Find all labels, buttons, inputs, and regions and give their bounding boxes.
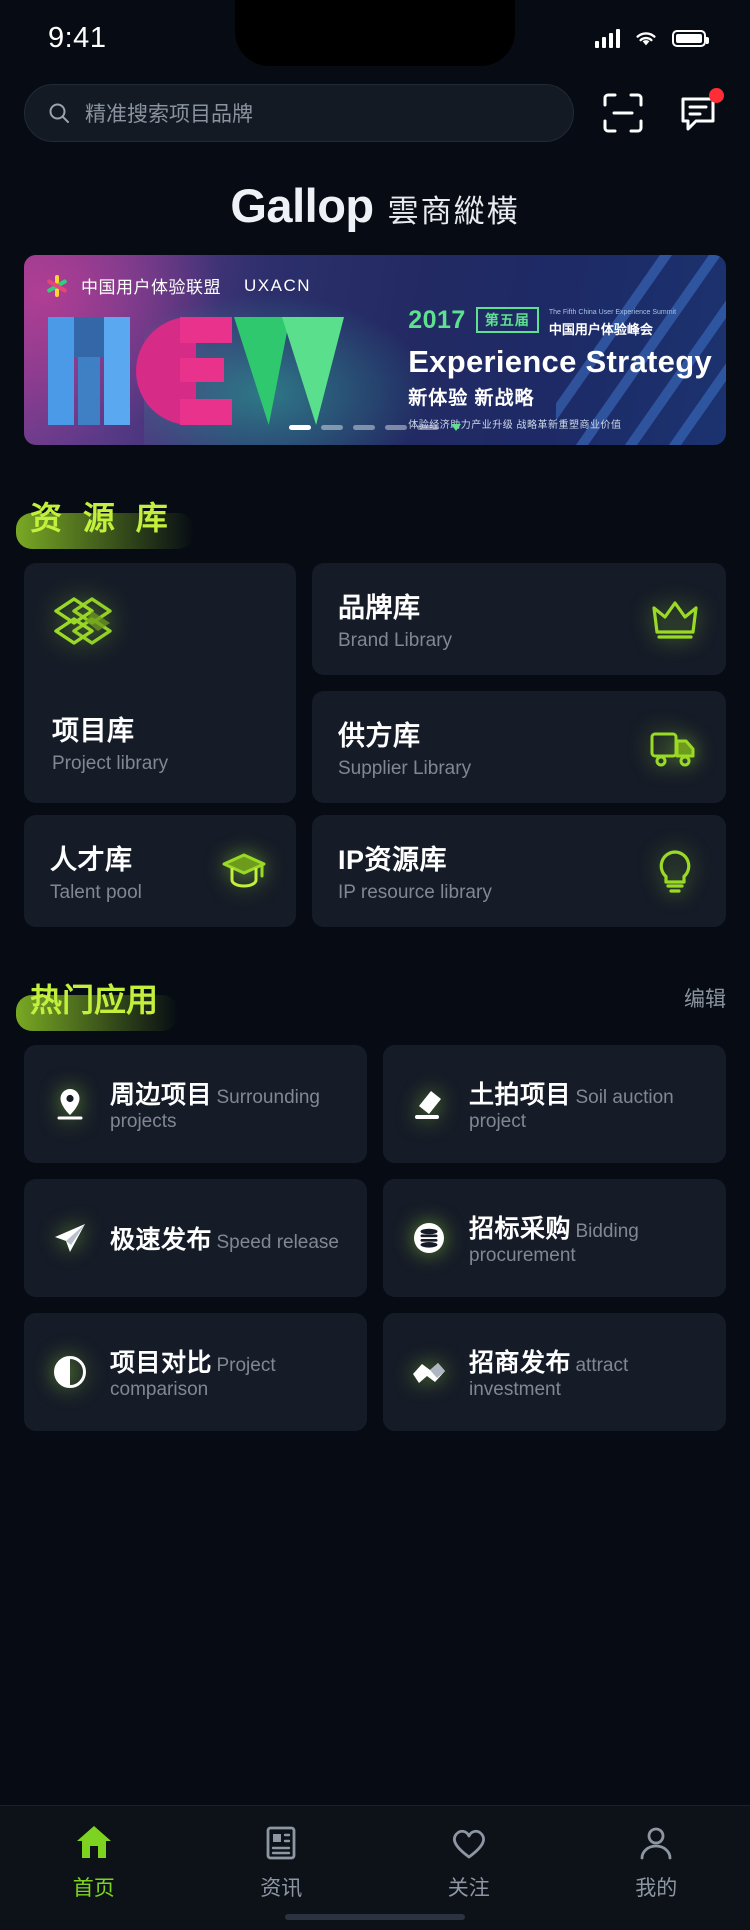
- chevron-down-icon: [451, 424, 461, 431]
- resource-grid-row2: 人才库 Talent pool IP资源库 IP resource librar…: [0, 803, 750, 927]
- layers-icon: [52, 591, 118, 657]
- apps-edit-button[interactable]: 编辑: [684, 983, 726, 1013]
- resource-card-title: IP资源库: [338, 845, 448, 875]
- tab-label: 我的: [635, 1877, 678, 1900]
- banner-title-en: Experience Strategy: [408, 344, 712, 379]
- contrast-circle-icon: [50, 1352, 90, 1392]
- app-card-subtitle: Speed release: [216, 1232, 340, 1253]
- apps-section-title: 热门应用: [15, 975, 179, 1031]
- resource-card-supplier-library[interactable]: 供方库 Supplier Library: [312, 691, 726, 803]
- banner-org-en: UXACN: [244, 275, 312, 295]
- gavel-icon: [409, 1084, 449, 1124]
- status-indicators: [595, 28, 709, 48]
- news-icon: [266, 1826, 296, 1860]
- resource-section-title: 资 源 库: [16, 493, 194, 549]
- app-card-attract-investment[interactable]: 招商发布 attract investment: [383, 1313, 726, 1431]
- resource-card-title: 供方库: [338, 721, 421, 751]
- banner-organizer: 中国用户体验联盟 UXACN: [46, 273, 311, 298]
- apps-grid: 周边项目 Surrounding projects 土拍项目 Soil auct…: [0, 1045, 750, 1431]
- status-time: 9:41: [48, 21, 107, 54]
- brand-name-cn: 雲商縱橫: [387, 194, 520, 229]
- app-card-soil-auction[interactable]: 土拍项目 Soil auction project: [383, 1045, 726, 1163]
- unread-badge: [709, 88, 724, 103]
- app-card-speed-release[interactable]: 极速发布 Speed release: [24, 1179, 367, 1297]
- tab-follow[interactable]: 关注: [375, 1822, 563, 1902]
- resource-card-ip-resource-library[interactable]: IP资源库 IP resource library: [312, 815, 726, 927]
- tab-label: 资讯: [260, 1877, 303, 1900]
- tab-label: 首页: [72, 1877, 115, 1900]
- banner-edition-badge: 第五届: [475, 307, 539, 333]
- heart-icon: [452, 1829, 485, 1859]
- scan-icon: [603, 93, 643, 133]
- promo-banner[interactable]: 中国用户体验联盟 UXACN 2017 第五届 The Fifth China …: [24, 255, 726, 445]
- resource-card-subtitle: IP resource library: [338, 882, 492, 903]
- truck-icon: [648, 721, 700, 773]
- app-card-project-comparison[interactable]: 项目对比 Project comparison: [24, 1313, 367, 1431]
- search-input[interactable]: 精准搜索项目品牌: [24, 84, 574, 142]
- handshake-icon: [409, 1352, 449, 1392]
- app-card-title: 招标采购: [469, 1215, 572, 1243]
- banner-pagination[interactable]: [289, 424, 461, 431]
- app-card-title: 极速发布: [110, 1226, 213, 1254]
- search-icon: [49, 103, 69, 123]
- person-icon: [640, 1827, 672, 1860]
- banner-summit-cn: 中国用户体验峰会: [548, 322, 653, 337]
- resource-card-project-library[interactable]: 项目库 Project library: [24, 563, 296, 803]
- app-card-title: 土拍项目: [469, 1081, 572, 1109]
- home-icon: [76, 1826, 111, 1858]
- brand-name-en: Gallop: [230, 179, 374, 232]
- app-card-title: 项目对比: [110, 1349, 213, 1377]
- message-button[interactable]: [672, 86, 726, 140]
- crown-icon: [650, 594, 700, 644]
- banner-title-cn: 新体验 新战略: [408, 388, 535, 410]
- banner-summit-en: The Fifth China User Experience Summit: [548, 309, 677, 316]
- resource-grid: 项目库 Project library 品牌库 Brand Library 供方…: [0, 563, 750, 803]
- signal-bars-icon: [595, 28, 620, 48]
- apps-section-header: 热门应用 编辑: [0, 975, 750, 1031]
- location-pin-icon: [50, 1084, 90, 1124]
- graduation-cap-icon: [218, 845, 270, 897]
- resource-section-header: 资 源 库: [0, 493, 750, 549]
- tab-home[interactable]: 首页: [0, 1822, 188, 1902]
- search-row: 精准搜索项目品牌: [0, 76, 750, 142]
- tab-label: 关注: [447, 1877, 490, 1900]
- resource-card-subtitle: Brand Library: [338, 630, 453, 651]
- tab-news[interactable]: 资讯: [188, 1822, 376, 1902]
- banner-new-wordmark: [48, 317, 344, 425]
- paper-plane-icon: [50, 1218, 90, 1258]
- resource-card-brand-library[interactable]: 品牌库 Brand Library: [312, 563, 726, 675]
- banner-org-cn: 中国用户体验联盟: [81, 278, 221, 297]
- resource-card-subtitle: Project library: [52, 753, 169, 774]
- banner-copy: 2017 第五届 The Fifth China User Experience…: [408, 301, 712, 432]
- resource-card-title: 品牌库: [338, 593, 421, 623]
- resource-card-subtitle: Talent pool: [50, 882, 142, 903]
- banner-year: 2017: [408, 305, 466, 334]
- device-notch: [235, 0, 515, 66]
- home-indicator: [285, 1914, 465, 1920]
- scan-button[interactable]: [596, 86, 650, 140]
- uxacn-logo-icon: [46, 274, 68, 297]
- app-card-title: 招商发布: [469, 1349, 572, 1377]
- bottom-tab-bar: 首页 资讯 关注 我的: [0, 1805, 750, 1930]
- status-bar: 9:41: [0, 0, 750, 76]
- app-card-surrounding-projects[interactable]: 周边项目 Surrounding projects: [24, 1045, 367, 1163]
- search-placeholder: 精准搜索项目品牌: [85, 103, 253, 126]
- tab-profile[interactable]: 我的: [563, 1822, 750, 1902]
- coins-icon: [409, 1218, 449, 1258]
- resource-card-title: 项目库: [52, 716, 135, 746]
- battery-icon: [672, 29, 709, 47]
- app-card-bidding-procurement[interactable]: 招标采购 Bidding procurement: [383, 1179, 726, 1297]
- app-card-title: 周边项目: [110, 1081, 213, 1109]
- lightbulb-icon: [650, 846, 700, 896]
- resource-card-talent-pool[interactable]: 人才库 Talent pool: [24, 815, 296, 927]
- resource-card-subtitle: Supplier Library: [338, 758, 472, 779]
- wifi-icon: [636, 32, 656, 46]
- app-brand: Gallop 雲商縱橫: [0, 142, 750, 255]
- resource-card-title: 人才库: [50, 845, 133, 875]
